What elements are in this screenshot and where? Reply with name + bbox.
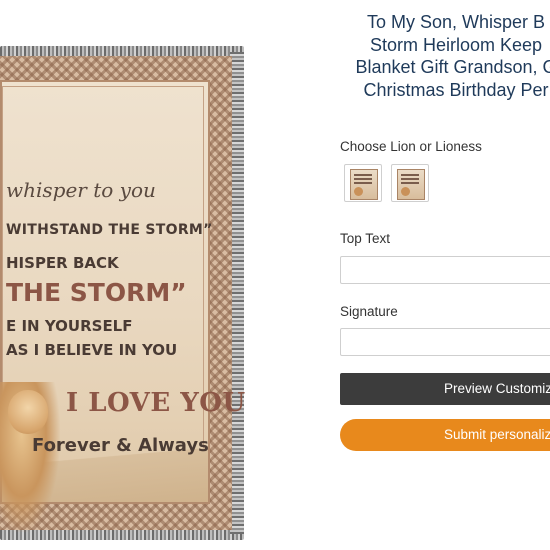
lioness-blanket-thumbnail-icon (397, 169, 425, 200)
product-title-line: Storm Heirloom Keep (369, 34, 543, 55)
blanket-text-line: WITHSTAND THE STORM” (6, 222, 213, 238)
blanket-text-line: AS I BELIEVE IN YOU (6, 341, 178, 359)
top-text-input[interactable] (340, 256, 550, 284)
blanket-text-line: E IN YOURSELF (6, 317, 133, 335)
product-title-line: Blanket Gift Grandson, G (355, 57, 550, 77)
blanket-forever-line: Forever & Always (32, 435, 209, 456)
top-text-label: Top Text (340, 231, 391, 246)
choose-option-label: Choose Lion or Lioness (340, 139, 482, 154)
blanket-love-line: I LOVE YOU (66, 388, 246, 418)
lioness-option-swatch[interactable] (391, 164, 429, 202)
blanket-fringe-side (230, 52, 244, 534)
lion-cub-icon (8, 390, 48, 434)
signature-label: Signature (340, 304, 398, 319)
product-title: To My Son, Whisper B Storm Heirloom Keep… (326, 11, 550, 101)
lion-option-swatch[interactable] (344, 164, 382, 202)
submit-personalization-button[interactable]: Submit personaliz (340, 419, 550, 451)
blanket-border: whisper to you WITHSTAND THE STORM” HISP… (0, 56, 245, 532)
blanket-panel: whisper to you WITHSTAND THE STORM” HISP… (0, 80, 245, 532)
blanket-text-line: THE STORM” (6, 278, 187, 307)
product-image[interactable]: whisper to you WITHSTAND THE STORM” HISP… (0, 46, 245, 540)
lion-blanket-thumbnail-icon (350, 169, 378, 200)
product-title-line: To My Son, Whisper B (366, 12, 546, 32)
blanket-text-line: HISPER BACK (6, 254, 119, 272)
preview-customization-button[interactable]: Preview Customiz (340, 373, 550, 405)
signature-input[interactable] (340, 328, 550, 356)
product-title-line: Christmas Birthday Per (363, 79, 549, 100)
blanket-text-line: whisper to you (6, 178, 156, 202)
